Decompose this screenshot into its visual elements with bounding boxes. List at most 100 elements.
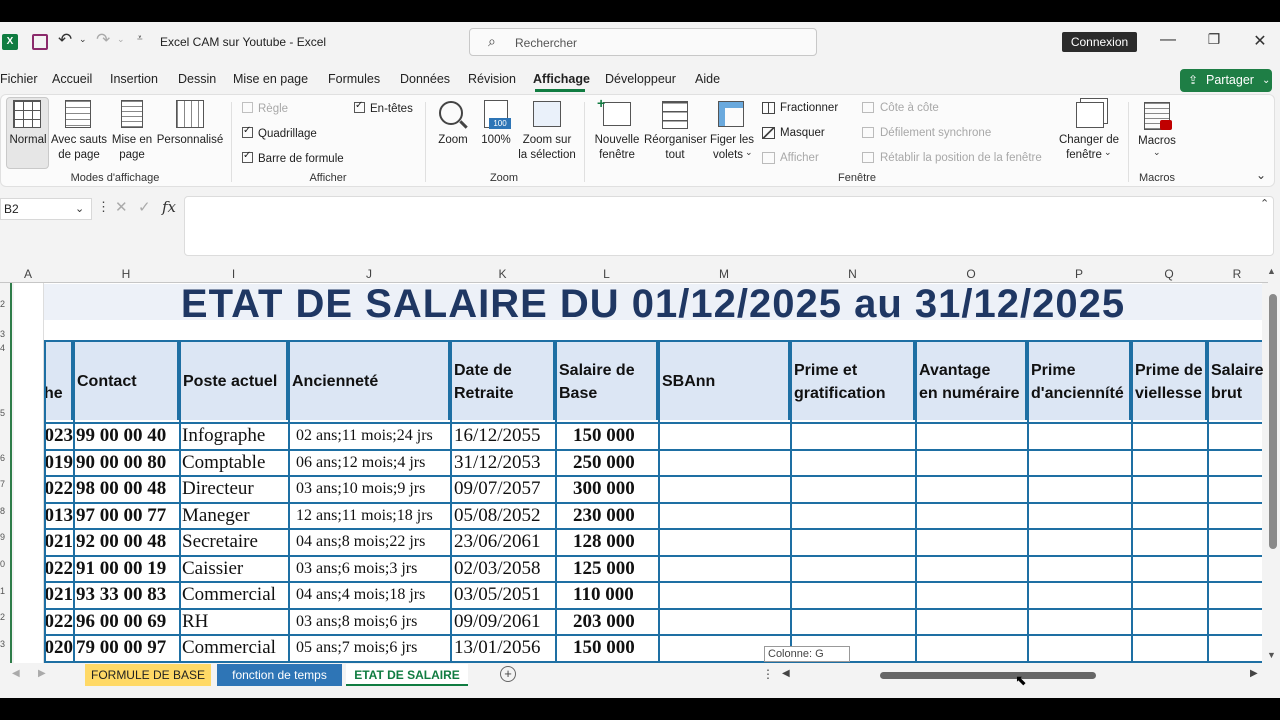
menu-insertion[interactable]: Insertion [110, 72, 158, 86]
menu-donnees[interactable]: Données [400, 72, 450, 86]
cell-retraite[interactable]: 31/12/2053 [450, 450, 555, 475]
scroll-down-icon[interactable]: ▼ [1267, 650, 1276, 660]
column-header-h[interactable]: H [73, 267, 179, 281]
header-prime-anciennete[interactable]: Prime d'ancienníté [1027, 342, 1131, 420]
row-header[interactable]: 5 [0, 408, 5, 418]
formula-collapse-icon[interactable]: ⌃ [1260, 197, 1269, 210]
cell-salaire[interactable]: 150 000 [555, 635, 658, 660]
search-box[interactable]: ⌕ Rechercher [469, 28, 817, 56]
cell-retraite[interactable]: 13/01/2056 [450, 635, 555, 660]
page-layout-label-2[interactable]: page [110, 148, 154, 163]
cell-retraite[interactable]: 03/05/2051 [450, 582, 555, 607]
header-poste[interactable]: Poste actuel [179, 342, 288, 420]
customize-toolbar-icon[interactable]: ⩡ [137, 33, 143, 44]
column-header-n[interactable]: N [790, 267, 915, 281]
restore-icon[interactable]: ❐ [1204, 31, 1224, 48]
name-box-dropdown-icon[interactable]: ⌄ [75, 199, 84, 219]
redo-icon[interactable]: ↷ [96, 30, 110, 50]
quadrillage-checkbox[interactable]: Quadrillage [242, 125, 317, 140]
cell-anc[interactable]: 03 ans;10 mois;9 jrs [288, 476, 450, 501]
menu-accueil[interactable]: Accueil [52, 72, 92, 86]
regle-checkbox[interactable]: Règle [242, 102, 288, 115]
cell-retraite[interactable]: 23/06/2061 [450, 529, 555, 554]
insert-function-icon[interactable]: fx [162, 198, 176, 216]
cell-salaire[interactable]: 110 000 [555, 582, 658, 607]
cell-salaire[interactable]: 230 000 [555, 503, 658, 528]
arrange-all-label-1[interactable]: Réorganiser [644, 133, 707, 148]
row-header[interactable]: 2 [0, 299, 5, 309]
arrange-all-label-2[interactable]: tout [644, 148, 706, 163]
tab-fonction-de-temps[interactable]: fonction de temps [217, 664, 342, 686]
fractionner-button[interactable]: Fractionner [780, 102, 838, 114]
cell-anc[interactable]: 04 ans;4 mois;18 jrs [288, 582, 450, 607]
row-header[interactable]: 3 [0, 329, 5, 339]
cell-g[interactable]: 022 [44, 556, 74, 581]
switch-window-label-2[interactable]: fenêtre [1060, 148, 1108, 163]
scroll-right-icon[interactable]: ▶ [1250, 668, 1258, 679]
connexion-button[interactable]: Connexion [1062, 32, 1137, 52]
masquer-button[interactable]: Masquer [780, 127, 825, 139]
custom-view-label[interactable]: Personnalisé [154, 133, 226, 148]
prev-sheet-icon[interactable]: ◀ [12, 668, 20, 679]
new-window-label-2[interactable]: fenêtre [590, 148, 644, 163]
cote-a-cote-button[interactable]: Côte à côte [880, 102, 939, 114]
cell-contact[interactable]: 79 00 00 97 [73, 635, 179, 660]
cell-g[interactable]: 023 [44, 423, 74, 448]
cell-contact[interactable]: 93 33 00 83 [73, 582, 179, 607]
header-prime-viellesse[interactable]: Prime de viellesse [1131, 342, 1207, 420]
ribbon-collapse-icon[interactable]: ⌄ [1256, 168, 1266, 182]
save-icon[interactable] [32, 34, 48, 50]
cell-salaire[interactable]: 250 000 [555, 450, 658, 475]
cell-g[interactable]: 022 [44, 476, 74, 501]
add-sheet-icon[interactable]: + [500, 666, 516, 682]
menu-aide[interactable]: Aide [695, 72, 720, 86]
row-header[interactable]: 9 [0, 532, 5, 542]
minimize-icon[interactable]: — [1158, 31, 1178, 49]
scroll-left-icon[interactable]: ◀ [782, 668, 790, 679]
menu-dessin[interactable]: Dessin [178, 72, 216, 86]
column-a-area[interactable] [14, 283, 44, 663]
zoom-selection-label-2[interactable]: la sélection [516, 148, 578, 163]
cell-contact[interactable]: 91 00 00 19 [73, 556, 179, 581]
redo-dropdown-icon[interactable]: ⌄ [117, 34, 125, 45]
cell-poste[interactable]: Secretaire [179, 529, 288, 554]
switch-window-label-1[interactable]: Changer de [1058, 133, 1120, 148]
cell-g[interactable]: 021 [44, 582, 74, 607]
header-anciennete[interactable]: Ancienneté [288, 342, 450, 420]
cell-g[interactable]: 013 [44, 503, 74, 528]
row-header[interactable]: 0 [0, 559, 5, 569]
row-header[interactable]: 4 [0, 343, 5, 353]
cell-poste[interactable]: Caissier [179, 556, 288, 581]
page-break-label-2[interactable]: de page [50, 148, 108, 163]
scroll-up-icon[interactable]: ▲ [1267, 266, 1276, 276]
cell-salaire[interactable]: 125 000 [555, 556, 658, 581]
cell-contact[interactable]: 92 00 00 48 [73, 529, 179, 554]
cell-poste[interactable]: RH [179, 609, 288, 634]
cell-contact[interactable]: 97 00 00 77 [73, 503, 179, 528]
menu-fichier[interactable]: Fichier [0, 72, 38, 86]
cell-contact[interactable]: 99 00 00 40 [73, 423, 179, 448]
header-avantage[interactable]: Avantage en numéraire [915, 342, 1027, 420]
freeze-panes-dropdown-icon[interactable]: ⌄ [745, 147, 753, 158]
cell-poste[interactable]: Comptable [179, 450, 288, 475]
freeze-panes-label-1[interactable]: Figer les [707, 133, 757, 148]
defilement-synchrone-button[interactable]: Défilement synchrone [880, 127, 991, 139]
header-prime-gratification[interactable]: Prime et gratification [790, 342, 915, 420]
cell-retraite[interactable]: 09/07/2057 [450, 476, 555, 501]
formula-input[interactable]: ⌃ [184, 196, 1274, 256]
cell-g[interactable]: 020 [44, 635, 74, 660]
column-header-l[interactable]: L [555, 267, 658, 281]
switch-window-dropdown-icon[interactable]: ⌄ [1104, 147, 1112, 158]
zoom-label[interactable]: Zoom [432, 133, 474, 148]
column-header-j[interactable]: J [288, 267, 450, 281]
next-sheet-icon[interactable]: ▶ [38, 668, 46, 679]
row-header[interactable]: 2 [0, 612, 5, 622]
freeze-panes-label-2[interactable]: volets [707, 148, 749, 163]
cell-anc[interactable]: 02 ans;11 mois;24 jrs [288, 423, 450, 448]
cell-poste[interactable]: Maneger [179, 503, 288, 528]
cell-anc[interactable]: 05 ans;7 mois;6 jrs [288, 635, 450, 660]
tab-options-icon[interactable]: ⋮ [762, 667, 774, 681]
column-header-o[interactable]: O [915, 267, 1027, 281]
formula-options-icon[interactable]: ⋮ [97, 199, 110, 215]
page-layout-label-1[interactable]: Mise en [110, 133, 154, 148]
